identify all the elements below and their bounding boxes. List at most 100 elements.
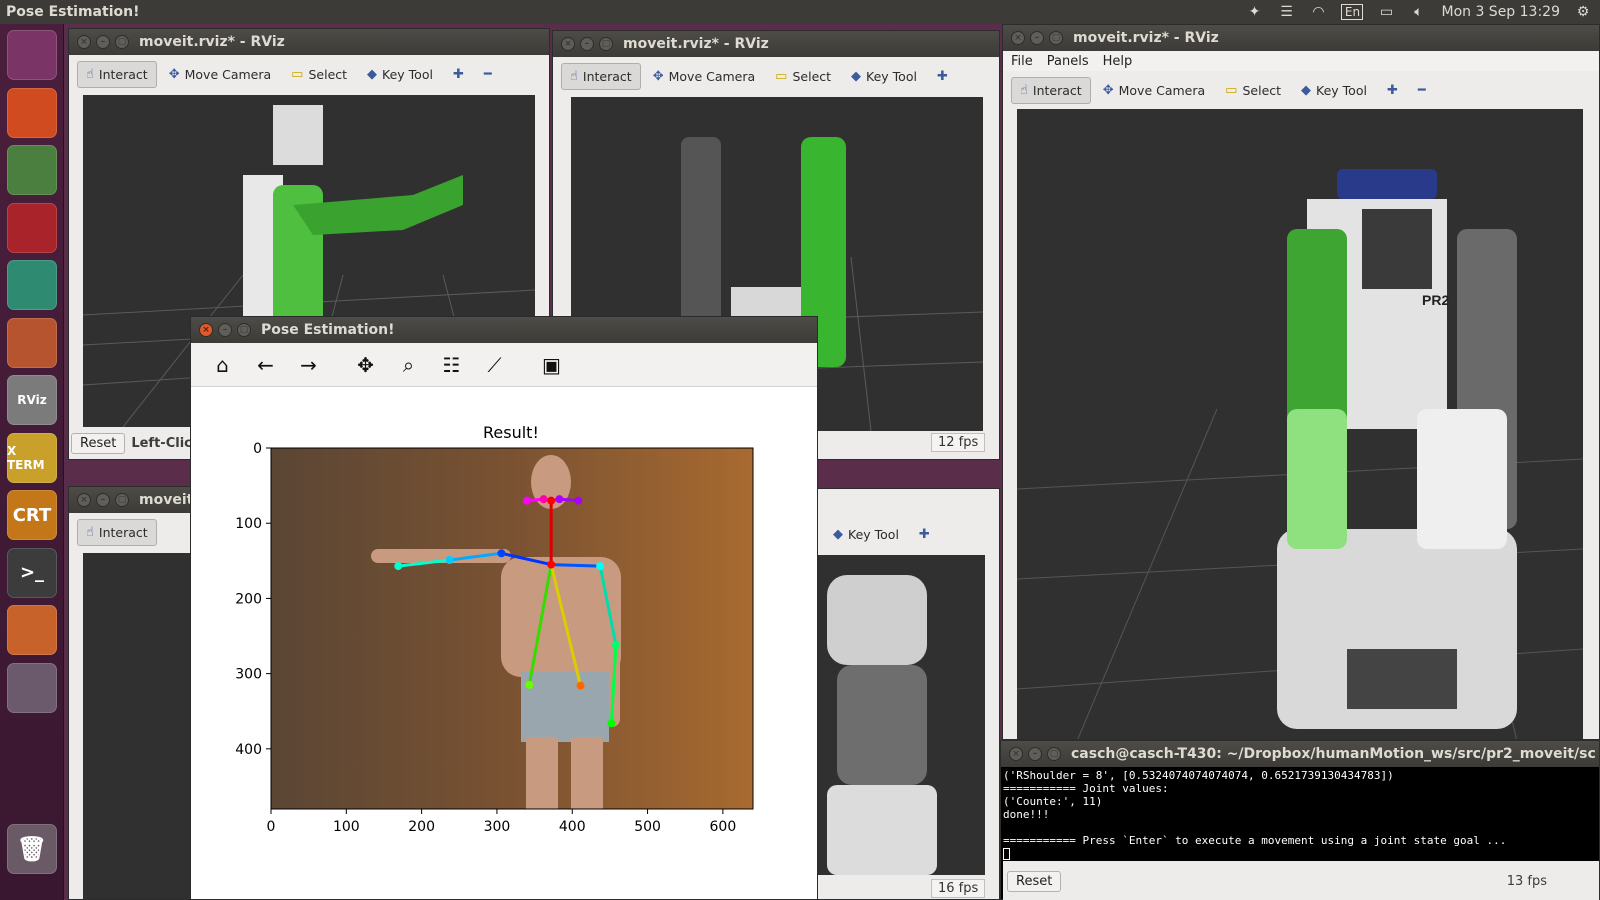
keypoint-r_ear bbox=[523, 496, 532, 505]
menu-panels[interactable]: Panels bbox=[1047, 54, 1089, 69]
terminal-output[interactable]: ('RShoulder = 8', [0.5324074074074074, 0… bbox=[1003, 769, 1506, 860]
select-tool[interactable]: ▭ Select bbox=[1217, 78, 1289, 103]
pr2-robot-scene: PR2 bbox=[1017, 169, 1583, 739]
zoom-icon[interactable]: ⌕ bbox=[387, 345, 430, 385]
launcher-firefox-icon[interactable] bbox=[7, 87, 57, 138]
keyboard-layout[interactable]: En bbox=[1341, 4, 1364, 20]
minimize-button[interactable]: – bbox=[96, 35, 110, 49]
home-icon[interactable]: ⌂ bbox=[201, 345, 244, 385]
maximize-button[interactable]: ▢ bbox=[115, 35, 129, 49]
add-tool-button[interactable]: ✚ bbox=[911, 522, 938, 547]
launcher-chrome-icon[interactable] bbox=[7, 145, 57, 195]
hand-icon: ☝ bbox=[570, 68, 578, 84]
close-button[interactable]: × bbox=[561, 37, 575, 51]
key-tool[interactable]: ◆ Key Tool bbox=[359, 62, 441, 87]
add-tool-button[interactable]: ✚ bbox=[445, 62, 472, 87]
minus-icon: ━ bbox=[483, 66, 492, 82]
robot-vent-shape bbox=[1347, 649, 1457, 709]
3d-viewport[interactable]: PR2 bbox=[1017, 109, 1583, 739]
camera-icon: ✥ bbox=[168, 66, 180, 82]
move-camera-tool[interactable]: ✥ Move Camera bbox=[1095, 78, 1213, 103]
wifi-icon[interactable]: ◠ bbox=[1309, 4, 1327, 20]
minimize-button[interactable]: – bbox=[1030, 31, 1044, 45]
close-button[interactable]: × bbox=[1009, 747, 1023, 761]
y-tick-label: 300 bbox=[235, 667, 262, 683]
interact-tool[interactable]: ☝ Interact bbox=[77, 60, 157, 88]
select-icon: ▭ bbox=[1225, 82, 1238, 98]
camera-icon: ✥ bbox=[652, 68, 664, 84]
keypoint-l_elbow bbox=[611, 641, 620, 650]
launcher-xterm-icon[interactable]: X TERM bbox=[7, 432, 57, 483]
menu-file[interactable]: File bbox=[1011, 54, 1033, 69]
launcher-pinwheel-icon[interactable] bbox=[7, 605, 57, 655]
x-tick-label: 600 bbox=[710, 819, 737, 835]
forward-icon[interactable]: → bbox=[287, 345, 330, 385]
maximize-button[interactable]: ▢ bbox=[1047, 747, 1061, 761]
interact-tool[interactable]: ☝ Interact bbox=[77, 518, 157, 546]
reset-button[interactable]: Reset bbox=[71, 433, 126, 454]
minimize-button[interactable]: – bbox=[96, 493, 110, 507]
launcher-phone-icon[interactable] bbox=[7, 662, 57, 713]
rviz-statusbar: Reset 13 fps bbox=[1003, 861, 1599, 900]
edit-curve-icon[interactable]: ⟋ bbox=[473, 345, 516, 385]
reset-button[interactable]: Reset bbox=[1007, 870, 1062, 892]
volume-icon[interactable]: 🔈︎ bbox=[1409, 4, 1427, 20]
launcher-screenshot-icon[interactable] bbox=[7, 202, 57, 253]
launcher-terminal-icon[interactable]: >_ bbox=[7, 547, 57, 598]
select-tool[interactable]: ▭ Select bbox=[767, 64, 839, 89]
maximize-button[interactable]: ▢ bbox=[115, 493, 129, 507]
pan-icon[interactable]: ✥ bbox=[344, 345, 387, 385]
configure-icon[interactable]: ☷ bbox=[430, 345, 473, 385]
rviz-window-bottom-middle: ◆ Key Tool ✚ 16 fps bbox=[816, 488, 1000, 900]
close-button[interactable]: × bbox=[77, 493, 91, 507]
maximize-button[interactable]: ▢ bbox=[599, 37, 613, 51]
terminal-line: =========== Joint values: bbox=[1003, 782, 1169, 795]
minimize-button[interactable]: – bbox=[218, 323, 232, 337]
maximize-button[interactable]: ▢ bbox=[237, 323, 251, 337]
clock[interactable]: Mon 3 Sep 13:29 bbox=[1441, 4, 1560, 20]
minimize-button[interactable]: – bbox=[580, 37, 594, 51]
interact-tool[interactable]: ☝ Interact bbox=[561, 62, 641, 90]
keypoint-r_eye bbox=[539, 495, 548, 504]
window-titlebar: × – ▢ Pose Estimation! bbox=[191, 317, 817, 343]
remove-tool-button[interactable]: ━ bbox=[476, 62, 500, 87]
launcher-atom-icon[interactable] bbox=[7, 260, 57, 310]
3d-viewport[interactable] bbox=[817, 555, 985, 875]
launcher-crt-icon[interactable]: CRT bbox=[7, 490, 57, 540]
gear-icon[interactable]: ⚙ bbox=[1574, 4, 1592, 20]
rviz-toolbar: ☝ Interact bbox=[69, 513, 207, 551]
battery-icon[interactable]: ▭ bbox=[1377, 4, 1395, 20]
keypoint-r_shoulder bbox=[497, 549, 506, 558]
key-tool[interactable]: ◆ Key Tool bbox=[825, 522, 907, 547]
minimize-button[interactable]: – bbox=[1028, 747, 1042, 761]
trash-icon[interactable]: 🗑︎ bbox=[7, 824, 57, 874]
launcher-ubuntu-home-icon[interactable] bbox=[7, 30, 57, 80]
add-tool-button[interactable]: ✚ bbox=[1379, 78, 1406, 103]
add-tool-button[interactable]: ✚ bbox=[929, 64, 956, 89]
terminal-window: × – ▢ casch@casch-T430: ~/Dropbox/humanMot… bbox=[1000, 740, 1600, 900]
key-tool[interactable]: ◆ Key Tool bbox=[1293, 78, 1375, 103]
move-camera-tool[interactable]: ✥ Move Camera bbox=[161, 62, 279, 87]
key-icon: ◆ bbox=[833, 526, 843, 542]
interact-tool[interactable]: ☝ Interact bbox=[1011, 76, 1091, 104]
maximize-button[interactable]: ▢ bbox=[1049, 31, 1063, 45]
launcher-rviz-icon[interactable]: RViz bbox=[7, 375, 57, 425]
close-button[interactable]: × bbox=[199, 323, 213, 337]
dropbox-icon[interactable]: ✦ bbox=[1245, 4, 1263, 20]
menu-icon[interactable]: ☰ bbox=[1277, 4, 1295, 20]
select-icon: ▭ bbox=[291, 66, 304, 82]
window-title: moveit bbox=[139, 492, 194, 508]
close-button[interactable]: × bbox=[77, 35, 91, 49]
remove-tool-button[interactable]: ━ bbox=[1410, 78, 1434, 103]
launcher-files-icon[interactable] bbox=[7, 317, 57, 368]
key-tool[interactable]: ◆ Key Tool bbox=[843, 64, 925, 89]
move-camera-tool[interactable]: ✥ Move Camera bbox=[645, 64, 763, 89]
back-icon[interactable]: ← bbox=[244, 345, 287, 385]
plot-canvas[interactable]: Result! 0 100 200 300 400 500 600 0 100 … bbox=[191, 387, 817, 879]
system-tray: ✦ ☰ ◠ En ▭ 🔈︎ Mon 3 Sep 13:29 ⚙ bbox=[1245, 4, 1600, 20]
menu-help[interactable]: Help bbox=[1103, 54, 1133, 69]
close-button[interactable]: × bbox=[1011, 31, 1025, 45]
window-title: moveit.rviz* - RViz bbox=[623, 36, 769, 52]
save-icon[interactable]: ▣ bbox=[530, 345, 573, 385]
select-tool[interactable]: ▭ Select bbox=[283, 62, 355, 87]
